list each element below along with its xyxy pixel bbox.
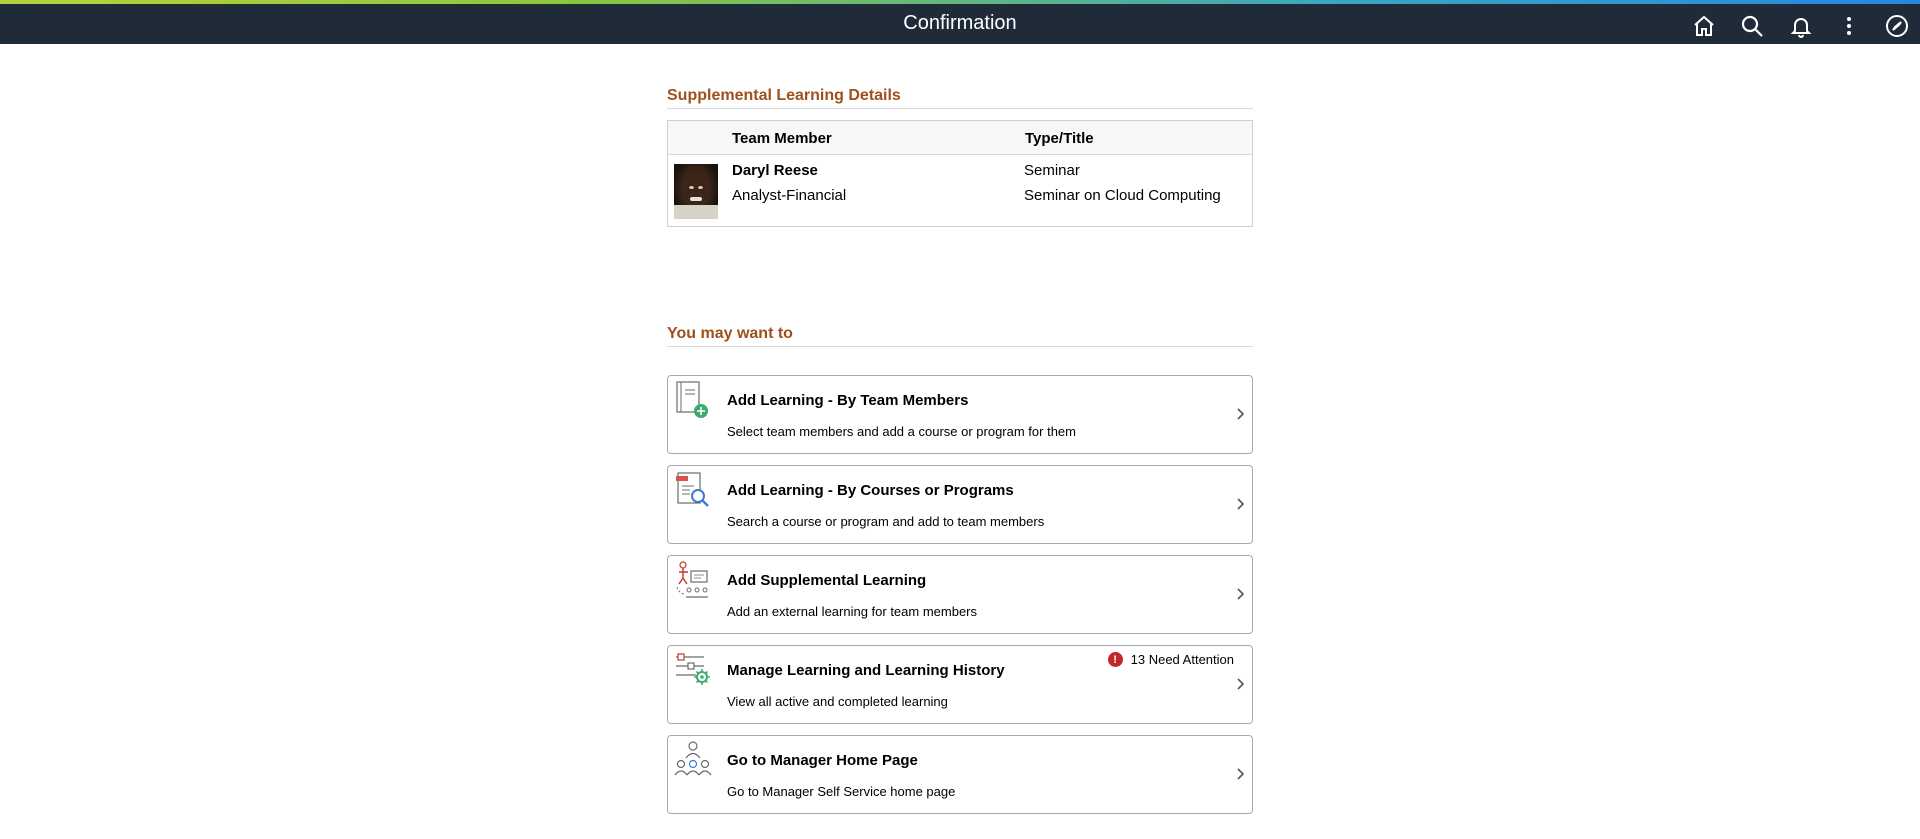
chevron-right-icon bbox=[1237, 408, 1245, 420]
chevron-right-icon bbox=[1237, 498, 1245, 510]
top-header-bar: Confirmation bbox=[0, 4, 1920, 44]
details-section-title: Supplemental Learning Details bbox=[667, 87, 1253, 109]
alert-icon: ! bbox=[1107, 652, 1123, 667]
search-icon[interactable] bbox=[1738, 12, 1766, 40]
chevron-right-icon bbox=[1237, 768, 1245, 780]
tile-manage-learning-history[interactable]: Manage Learning and Learning History Vie… bbox=[667, 645, 1253, 724]
column-header-team-member: Team Member bbox=[732, 130, 832, 147]
tile-title: Manage Learning and Learning History bbox=[727, 662, 1005, 679]
document-search-icon bbox=[676, 472, 709, 507]
tile-title: Add Learning - By Courses or Programs bbox=[727, 482, 1014, 499]
tile-add-learning-by-courses[interactable]: Add Learning - By Courses or Programs Se… bbox=[667, 465, 1253, 544]
bell-icon[interactable] bbox=[1787, 12, 1815, 40]
action-tiles: Add Learning - By Team Members Select te… bbox=[667, 375, 1253, 814]
chevron-right-icon bbox=[1237, 588, 1245, 600]
table-header: Team Member Type/Title bbox=[668, 121, 1252, 155]
details-section: Supplemental Learning Details Team Membe… bbox=[667, 87, 1253, 227]
more-icon[interactable] bbox=[1835, 12, 1863, 40]
tile-description: Add an external learning for team member… bbox=[727, 604, 978, 619]
attention-count: 13 Need Attention bbox=[1130, 652, 1234, 667]
table-row: Daryl Reese Analyst-Financial Seminar Se… bbox=[668, 155, 1252, 226]
column-header-type-title: Type/Title bbox=[1025, 130, 1094, 147]
learning-title: Seminar on Cloud Computing bbox=[1024, 187, 1221, 204]
chevron-right-icon bbox=[1237, 678, 1245, 690]
actions-section-title: You may want to bbox=[667, 325, 1253, 347]
member-name: Daryl Reese bbox=[732, 162, 818, 179]
tile-description: Go to Manager Self Service home page bbox=[727, 784, 956, 799]
page-title: Confirmation bbox=[903, 12, 1017, 34]
tile-manager-home-page[interactable]: Go to Manager Home Page Go to Manager Se… bbox=[667, 735, 1253, 814]
learning-type: Seminar bbox=[1024, 162, 1080, 179]
tile-title: Add Learning - By Team Members bbox=[727, 392, 969, 409]
member-job: Analyst-Financial bbox=[732, 187, 847, 204]
tile-add-learning-by-team-members[interactable]: Add Learning - By Team Members Select te… bbox=[667, 375, 1253, 454]
actions-section: You may want to Add Learning - By Team M… bbox=[667, 325, 1253, 825]
tile-description: View all active and completed learning bbox=[727, 694, 948, 709]
navbar-icon[interactable] bbox=[1883, 12, 1911, 40]
tile-add-supplemental-learning[interactable]: Add Supplemental Learning Add an externa… bbox=[667, 555, 1253, 634]
attention-badge: ! 13 Need Attention bbox=[1107, 652, 1234, 667]
presentation-icon bbox=[676, 561, 708, 598]
add-document-icon bbox=[676, 381, 708, 418]
manage-settings-icon bbox=[676, 653, 710, 685]
details-table: Team Member Type/Title Daryl Reese Analy… bbox=[667, 120, 1253, 227]
tile-description: Search a course or program and add to te… bbox=[727, 514, 1045, 529]
home-icon[interactable] bbox=[1690, 12, 1718, 40]
tile-description: Select team members and add a course or … bbox=[727, 424, 1076, 439]
avatar bbox=[674, 164, 718, 219]
tile-title: Go to Manager Home Page bbox=[727, 752, 918, 769]
team-icon bbox=[674, 741, 712, 776]
tile-title: Add Supplemental Learning bbox=[727, 572, 927, 589]
